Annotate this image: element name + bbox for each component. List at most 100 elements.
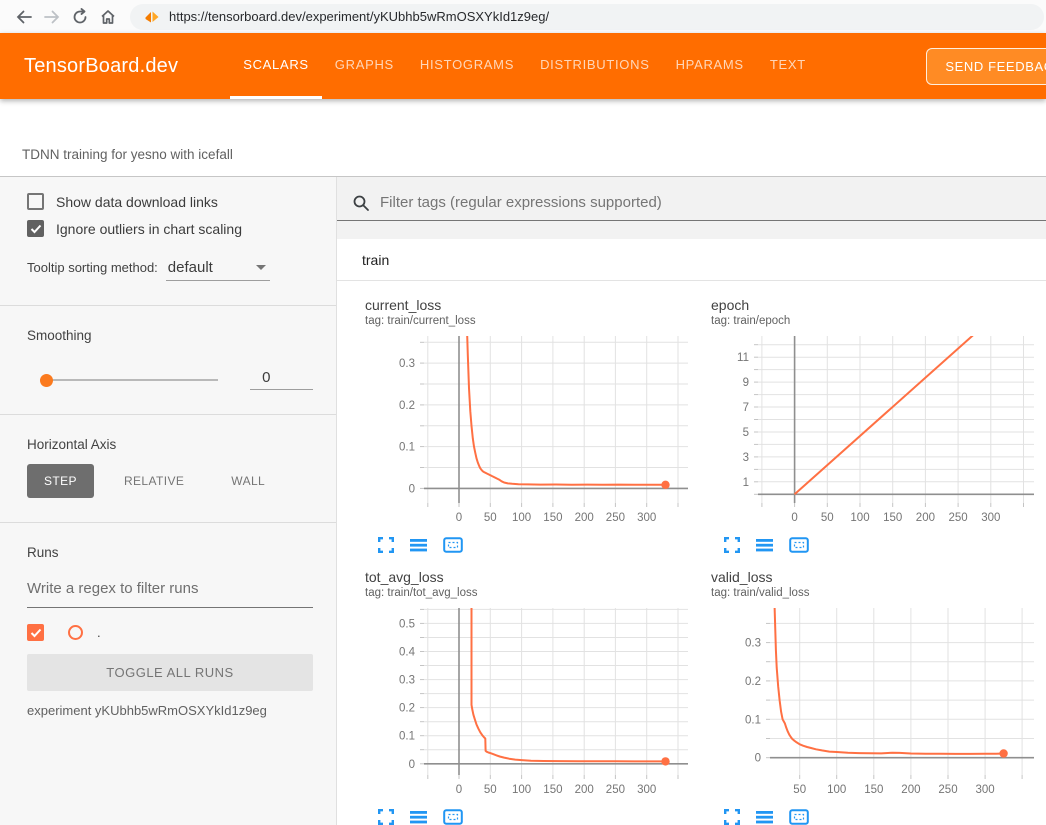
fit-domain-icon[interactable] xyxy=(443,809,463,825)
run-name: . xyxy=(97,625,101,640)
runs-filter-input[interactable] xyxy=(27,574,313,608)
chart-actions xyxy=(724,809,1044,825)
browser-reload-icon[interactable] xyxy=(66,3,94,31)
expand-chart-icon[interactable] xyxy=(724,809,740,825)
svg-text:50: 50 xyxy=(821,512,834,524)
svg-text:250: 250 xyxy=(949,512,968,524)
smoothing-value-field[interactable]: 0 xyxy=(250,369,313,390)
line-chart-svg[interactable]: 00.10.20.350100150200250300 xyxy=(698,605,1038,803)
svg-text:300: 300 xyxy=(637,512,656,524)
address-bar[interactable]: https://tensorboard.dev/experiment/yKUbh… xyxy=(130,4,1044,30)
runs-label: Runs xyxy=(27,545,313,560)
svg-text:100: 100 xyxy=(512,512,531,524)
send-feedback-button[interactable]: SEND FEEDBACK xyxy=(926,48,1046,85)
axis-wall-button[interactable]: WALL xyxy=(214,464,282,498)
toggle-y-axis-icon[interactable] xyxy=(410,537,427,553)
svg-text:0: 0 xyxy=(456,784,462,796)
chart-title: epoch xyxy=(711,297,1044,313)
chart-card: valid_loss tag: train/valid_loss 00.10.2… xyxy=(698,569,1044,825)
tag-group-header-train[interactable]: train xyxy=(337,239,1046,281)
chart-tag: tag: train/current_loss xyxy=(365,315,698,327)
smoothing-slider[interactable] xyxy=(40,373,218,387)
url-text: https://tensorboard.dev/experiment/yKUbh… xyxy=(169,9,549,24)
run-checkbox-icon[interactable] xyxy=(27,624,44,641)
svg-text:0: 0 xyxy=(409,759,415,771)
svg-text:150: 150 xyxy=(883,512,902,524)
tag-filter-input[interactable] xyxy=(380,194,1046,211)
dashboard-main: train current_loss tag: train/current_lo… xyxy=(337,177,1046,825)
browser-back-icon[interactable] xyxy=(10,3,38,31)
chart-title: valid_loss xyxy=(711,569,1044,585)
svg-text:250: 250 xyxy=(606,512,625,524)
series-line xyxy=(472,605,666,761)
chevron-down-icon xyxy=(256,265,266,270)
tab-distributions[interactable]: DISTRIBUTIONS xyxy=(527,33,663,99)
tooltip-sorting-select[interactable]: default xyxy=(166,259,270,281)
axis-relative-button[interactable]: RELATIVE xyxy=(107,464,201,498)
fit-domain-icon[interactable] xyxy=(789,537,809,553)
svg-text:11: 11 xyxy=(737,352,749,364)
slider-track xyxy=(40,379,218,381)
checkbox-icon[interactable] xyxy=(27,193,44,210)
svg-text:200: 200 xyxy=(575,512,594,524)
svg-text:0.2: 0.2 xyxy=(399,400,415,412)
svg-text:0.2: 0.2 xyxy=(745,676,761,688)
experiment-header: TDNN training for yesno with icefall xyxy=(0,99,1046,177)
toggle-all-runs-button[interactable]: TOGGLE ALL RUNS xyxy=(27,654,313,691)
svg-text:9: 9 xyxy=(743,377,749,389)
series-endpoint-marker xyxy=(661,757,669,765)
svg-text:1: 1 xyxy=(743,477,749,489)
chart-card: epoch tag: train/epoch 13579110501001502… xyxy=(698,297,1044,553)
axis-step-button[interactable]: STEP xyxy=(27,464,94,498)
svg-text:50: 50 xyxy=(484,784,497,796)
svg-text:7: 7 xyxy=(743,402,749,414)
svg-text:200: 200 xyxy=(575,784,594,796)
app-logo: TensorBoard.dev xyxy=(24,55,178,78)
run-color-swatch-icon xyxy=(68,625,83,640)
show-download-links-checkbox[interactable]: Show data download links xyxy=(27,193,313,210)
slider-thumb[interactable] xyxy=(40,374,53,387)
tensorboard-favicon xyxy=(144,9,160,25)
svg-text:0.3: 0.3 xyxy=(399,358,415,370)
svg-text:50: 50 xyxy=(484,512,497,524)
toggle-y-axis-icon[interactable] xyxy=(756,809,773,825)
toggle-y-axis-icon[interactable] xyxy=(410,809,427,825)
svg-text:100: 100 xyxy=(827,784,846,796)
tab-graphs[interactable]: GRAPHS xyxy=(322,33,407,99)
svg-text:5: 5 xyxy=(743,427,749,439)
tab-histograms[interactable]: HISTOGRAMS xyxy=(407,33,527,99)
ignore-outliers-checkbox[interactable]: Ignore outliers in chart scaling xyxy=(27,220,313,237)
svg-text:3: 3 xyxy=(743,452,749,464)
expand-chart-icon[interactable] xyxy=(724,537,740,553)
checkbox-icon[interactable] xyxy=(27,220,44,237)
tab-scalars[interactable]: SCALARS xyxy=(230,33,322,99)
svg-text:300: 300 xyxy=(981,512,1000,524)
svg-text:150: 150 xyxy=(543,784,562,796)
tab-text[interactable]: TEXT xyxy=(757,33,819,99)
series-endpoint-marker xyxy=(999,749,1007,757)
svg-text:250: 250 xyxy=(606,784,625,796)
browser-forward-icon[interactable] xyxy=(38,3,66,31)
fit-domain-icon[interactable] xyxy=(443,537,463,553)
line-chart-svg[interactable]: 1357911050100150200250300 xyxy=(698,333,1038,531)
tab-hparams[interactable]: HPARAMS xyxy=(663,33,757,99)
svg-text:200: 200 xyxy=(916,512,935,524)
horizontal-axis-label: Horizontal Axis xyxy=(27,437,313,452)
line-chart-svg[interactable]: 00.10.20.3050100150200250300 xyxy=(352,333,692,531)
tag-filter-bar xyxy=(337,185,1046,221)
expand-chart-icon[interactable] xyxy=(378,537,394,553)
svg-text:300: 300 xyxy=(637,784,656,796)
chart-title: tot_avg_loss xyxy=(365,569,698,585)
chart-actions xyxy=(724,537,1044,553)
browser-home-icon[interactable] xyxy=(94,3,122,31)
run-list-item[interactable]: . xyxy=(27,624,313,641)
checkbox-label: Show data download links xyxy=(56,194,218,210)
toggle-y-axis-icon[interactable] xyxy=(756,537,773,553)
line-chart-svg[interactable]: 00.10.20.30.40.5050100150200250300 xyxy=(352,605,692,803)
svg-text:0: 0 xyxy=(456,512,462,524)
expand-chart-icon[interactable] xyxy=(378,809,394,825)
chart-title: current_loss xyxy=(365,297,698,313)
svg-text:0.5: 0.5 xyxy=(399,618,415,630)
divider xyxy=(0,414,336,415)
fit-domain-icon[interactable] xyxy=(789,809,809,825)
